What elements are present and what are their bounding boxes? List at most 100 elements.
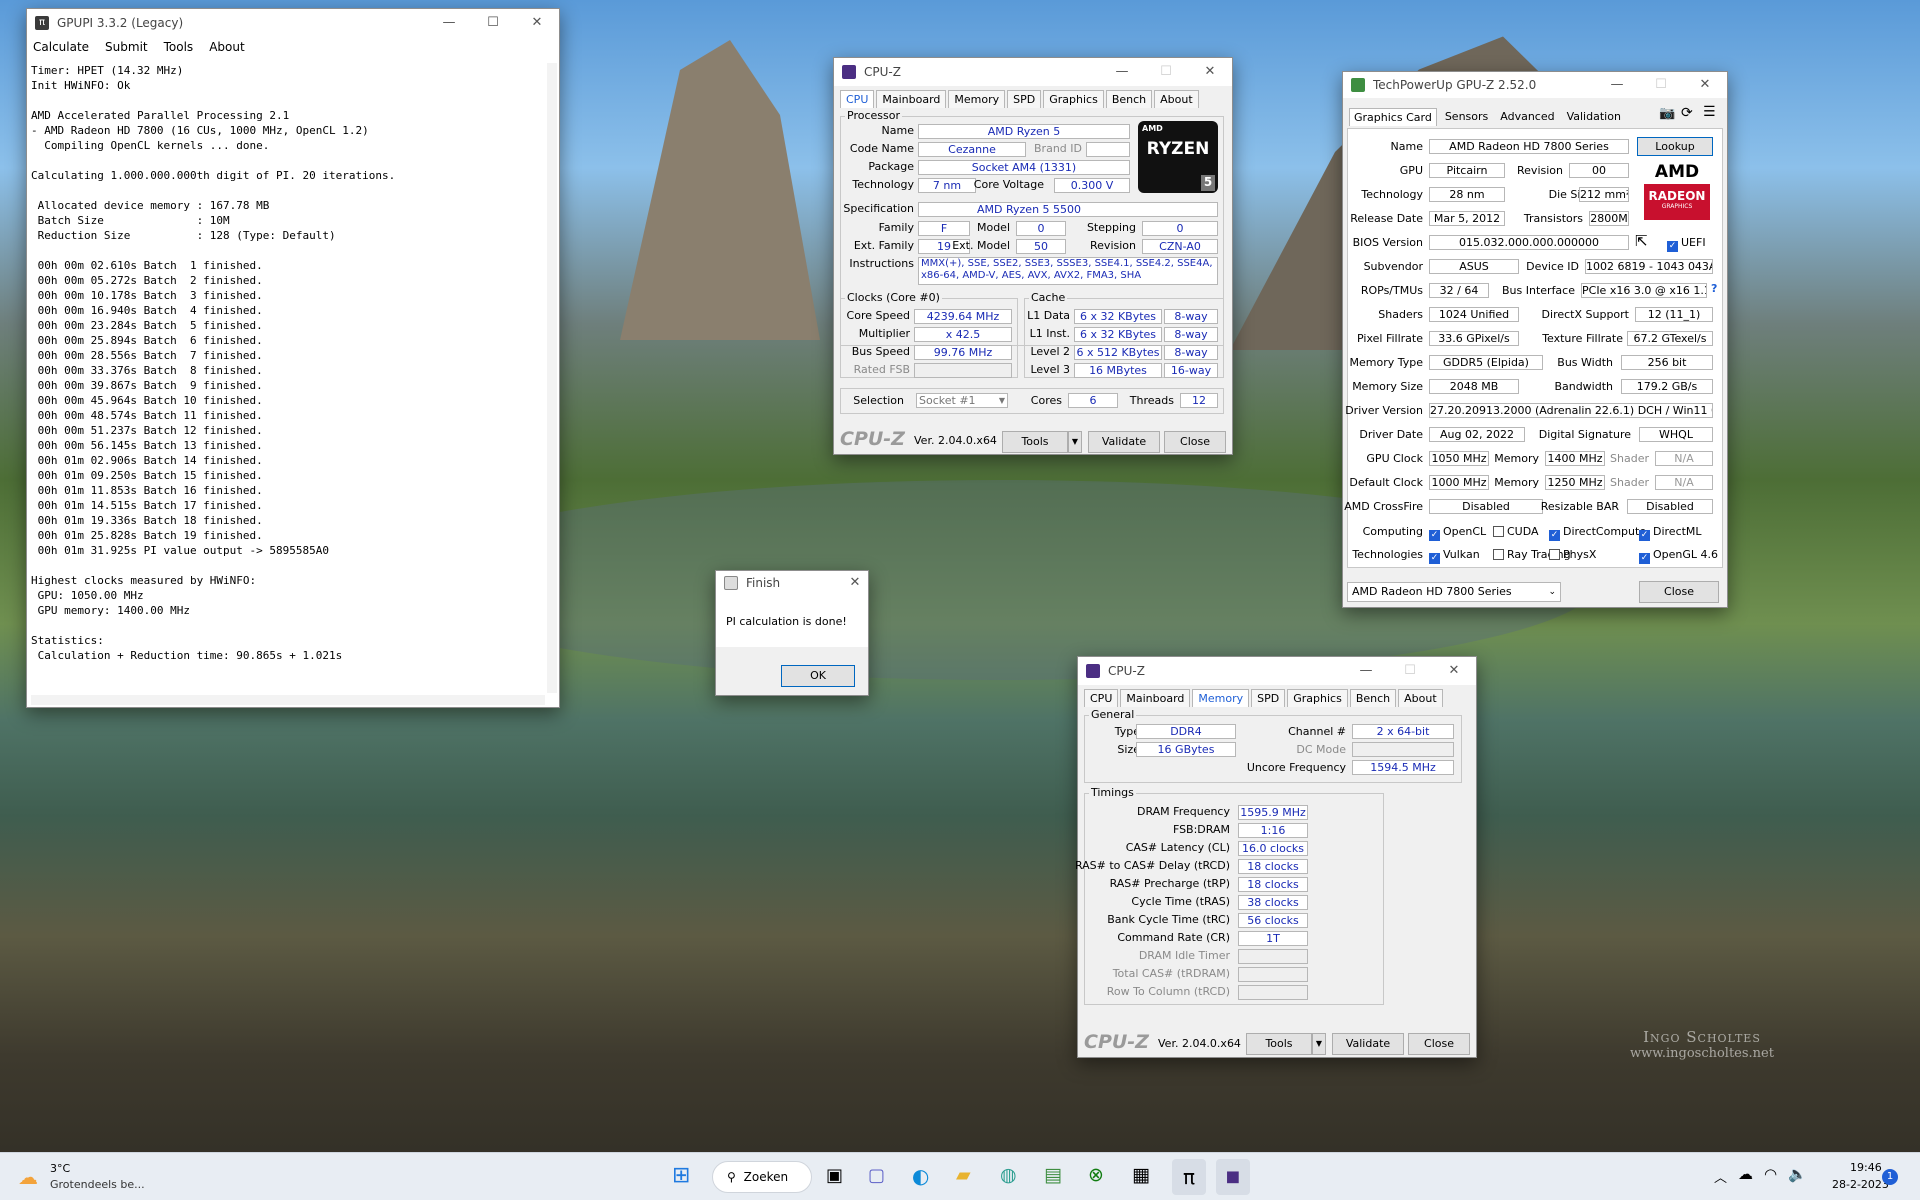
log-line: Calculation + Reduction time: 90.865s + … bbox=[31, 649, 343, 662]
minimize-icon[interactable]: — bbox=[1100, 58, 1144, 86]
maximize-icon[interactable]: ☐ bbox=[1144, 58, 1188, 86]
timings-group-title: Timings bbox=[1089, 786, 1136, 799]
cpuz-taskbar-icon[interactable]: ◼ bbox=[1216, 1159, 1250, 1195]
close-icon[interactable]: ✕ bbox=[842, 571, 868, 595]
menu-icon[interactable]: ☰ bbox=[1703, 104, 1716, 120]
checkbox-technologies[interactable]: ✓ Vulkan bbox=[1429, 548, 1480, 564]
chevron-up-icon[interactable]: ︿ bbox=[1714, 1167, 1727, 1186]
tab-sensors[interactable]: Sensors bbox=[1441, 108, 1492, 126]
horizontal-scrollbar[interactable] bbox=[31, 695, 545, 705]
tools-dropdown-icon[interactable]: ▼ bbox=[1068, 431, 1082, 453]
tools-button[interactable]: Tools bbox=[1002, 431, 1068, 453]
task-view-icon[interactable]: ▣ bbox=[826, 1165, 843, 1186]
vertical-scrollbar[interactable] bbox=[547, 63, 557, 693]
log-line: GPU memory: 1400.00 MHz bbox=[31, 604, 190, 617]
wifi-icon[interactable]: ◠ bbox=[1764, 1165, 1777, 1183]
tools-button[interactable]: Tools bbox=[1246, 1033, 1312, 1055]
lookup-button[interactable]: Lookup bbox=[1637, 137, 1713, 156]
minimize-icon[interactable]: — bbox=[1595, 71, 1639, 99]
tab-advanced[interactable]: Advanced bbox=[1496, 108, 1558, 126]
tab-cpu[interactable]: CPU bbox=[1084, 689, 1119, 707]
tab-graphics[interactable]: Graphics bbox=[1287, 689, 1348, 707]
checkbox-technologies[interactable]: PhysX bbox=[1549, 548, 1596, 561]
close-button[interactable]: Close bbox=[1639, 581, 1719, 603]
network-app-icon[interactable]: ◍ bbox=[1000, 1164, 1017, 1186]
file-explorer-icon[interactable]: ▰ bbox=[956, 1164, 971, 1186]
menu-tools[interactable]: Tools bbox=[164, 40, 194, 54]
tab-about[interactable]: About bbox=[1398, 689, 1443, 707]
close-button[interactable]: Close bbox=[1164, 431, 1226, 453]
tab-mainboard[interactable]: Mainboard bbox=[1120, 689, 1191, 707]
log-line: GPU: 1050.00 MHz bbox=[31, 589, 144, 602]
tab-graphics[interactable]: Graphics bbox=[1043, 90, 1104, 108]
selection-dropdown[interactable]: Socket #1 ▼ bbox=[916, 393, 1008, 408]
close-icon[interactable]: ✕ bbox=[1432, 657, 1476, 685]
tab-memory[interactable]: Memory bbox=[948, 90, 1006, 108]
checkbox-computing[interactable]: ✓ DirectML bbox=[1639, 525, 1702, 541]
defmem-label: Memory bbox=[1494, 476, 1539, 489]
unchecked-box-icon bbox=[1493, 526, 1504, 537]
edge-icon[interactable]: ◐ bbox=[912, 1164, 929, 1188]
xbox-icon[interactable]: ⊗ bbox=[1088, 1164, 1104, 1186]
cpuz-titlebar[interactable]: CPU-Z — ☐ ✕ bbox=[834, 58, 1232, 86]
start-icon[interactable]: ⊞ bbox=[672, 1163, 690, 1188]
uefi-checkbox[interactable]: ✓ UEFI bbox=[1667, 236, 1706, 252]
checkbox-computing[interactable]: CUDA bbox=[1493, 525, 1539, 538]
menu-about[interactable]: About bbox=[209, 40, 244, 54]
cpuz-titlebar[interactable]: CPU-Z — ☐ ✕ bbox=[1078, 657, 1476, 685]
tools-dropdown-icon[interactable]: ▼ bbox=[1312, 1033, 1326, 1055]
tab-bench[interactable]: Bench bbox=[1105, 90, 1153, 108]
clock-date[interactable]: 28-2-2023 bbox=[1832, 1178, 1889, 1191]
maximize-icon[interactable]: ☐ bbox=[1388, 657, 1432, 685]
volume-icon[interactable]: 🔈 bbox=[1788, 1165, 1807, 1183]
tab-spd[interactable]: SPD bbox=[1251, 689, 1286, 707]
minimize-icon[interactable]: — bbox=[1344, 657, 1388, 685]
refresh-icon[interactable]: ⟳ bbox=[1681, 105, 1693, 121]
tab-bench[interactable]: Bench bbox=[1349, 689, 1397, 707]
tab-graphics-card[interactable]: Graphics Card bbox=[1349, 108, 1437, 126]
minimize-icon[interactable]: — bbox=[427, 9, 471, 37]
timing-label: CAS# Latency (CL) bbox=[1125, 841, 1230, 854]
logo-graphics-text: GRAPHICS bbox=[1661, 203, 1693, 210]
notification-badge[interactable]: 1 bbox=[1882, 1169, 1898, 1185]
maximize-icon[interactable]: ☐ bbox=[471, 9, 515, 37]
menu-submit[interactable]: Submit bbox=[105, 40, 148, 54]
clock-time[interactable]: 19:46 bbox=[1850, 1161, 1882, 1174]
checkbox-computing[interactable]: ✓ OpenCL bbox=[1429, 525, 1486, 541]
finish-titlebar[interactable]: Finish ✕ bbox=[716, 571, 868, 595]
help-icon[interactable]: ? bbox=[1711, 282, 1717, 295]
gpuz-titlebar[interactable]: TechPowerUp GPU-Z 2.52.0 — ☐ ✕ bbox=[1343, 72, 1727, 98]
gpupi-taskbar-icon[interactable]: π bbox=[1172, 1159, 1206, 1195]
tab-about[interactable]: About bbox=[1154, 90, 1199, 108]
tab-spd[interactable]: SPD bbox=[1007, 90, 1042, 108]
chat-icon[interactable]: ▢ bbox=[868, 1165, 885, 1186]
maximize-icon[interactable]: ☐ bbox=[1639, 71, 1683, 99]
tab-mainboard[interactable]: Mainboard bbox=[876, 90, 947, 108]
close-icon[interactable]: ✕ bbox=[1188, 58, 1232, 86]
share-icon[interactable]: ⇱ bbox=[1635, 232, 1648, 250]
close-icon[interactable]: ✕ bbox=[1683, 71, 1727, 99]
checkbox-computing[interactable]: ✓ DirectCompute bbox=[1549, 525, 1646, 541]
gpu-select-dropdown[interactable]: AMD Radeon HD 7800 Series ⌄ bbox=[1347, 582, 1561, 602]
timing-label: FSB:DRAM bbox=[1172, 823, 1230, 836]
cloud-icon[interactable]: ☁ bbox=[1738, 1165, 1753, 1183]
search-box[interactable]: ⚲ Zoeken bbox=[712, 1161, 812, 1193]
validate-button[interactable]: Validate bbox=[1088, 431, 1160, 453]
gpupi-titlebar[interactable]: π GPUPI 3.3.2 (Legacy) — ☐ ✕ bbox=[27, 9, 559, 37]
checkbox-technologies[interactable]: ✓ OpenGL 4.6 bbox=[1639, 548, 1718, 564]
gpupi-log[interactable]: Timer: HPET (14.32 MHz) Init HWiNFO: Ok AM… bbox=[31, 63, 545, 693]
tab-cpu[interactable]: CPU bbox=[840, 90, 875, 108]
ok-button[interactable]: OK bbox=[781, 665, 855, 687]
close-button[interactable]: Close bbox=[1408, 1033, 1470, 1055]
tab-validation[interactable]: Validation bbox=[1563, 108, 1625, 126]
calculator-icon[interactable]: ▦ bbox=[1132, 1164, 1150, 1186]
camera-icon[interactable]: 📷 bbox=[1659, 106, 1675, 121]
gpuz-taskbar-icon[interactable]: ▤ bbox=[1044, 1164, 1062, 1186]
validate-button[interactable]: Validate bbox=[1332, 1033, 1404, 1055]
menu-calculate[interactable]: Calculate bbox=[33, 40, 89, 54]
weather-icon[interactable]: ☁ bbox=[18, 1165, 38, 1189]
voltage-value: 0.300 V bbox=[1054, 178, 1130, 193]
close-icon[interactable]: ✕ bbox=[515, 9, 559, 37]
tab-memory[interactable]: Memory bbox=[1192, 689, 1250, 707]
